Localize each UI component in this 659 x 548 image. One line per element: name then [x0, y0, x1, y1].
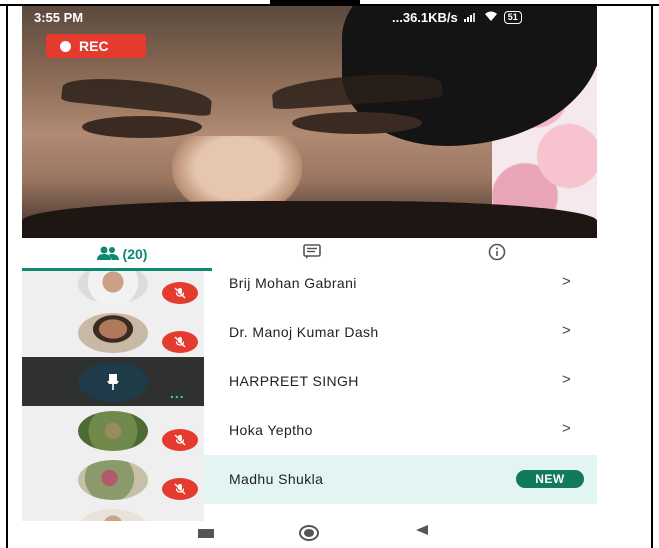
- speaker-face-detail: [292, 112, 422, 134]
- mic-off-icon: [162, 478, 198, 500]
- participant-list[interactable]: Brij Mohan Gabrani > Dr. Manoj Kumar Das…: [22, 271, 597, 521]
- chat-icon: [303, 243, 321, 265]
- tab-chat[interactable]: [292, 238, 332, 270]
- back-icon[interactable]: [415, 523, 429, 540]
- mic-off-icon: [162, 429, 198, 451]
- info-icon: [488, 243, 506, 266]
- chevron-right-icon[interactable]: >: [562, 322, 571, 339]
- video-feed[interactable]: 3:55 PM ...36.1KB/s 51 REC: [22, 6, 597, 238]
- recording-badge: REC: [46, 34, 146, 58]
- android-nav-bar: [22, 521, 597, 548]
- frame-border-right: [651, 4, 653, 548]
- avatar-cell: ...: [22, 357, 204, 406]
- status-time: 3:55 PM: [34, 10, 84, 25]
- list-item[interactable]: Madhu Shukla NEW: [22, 455, 597, 504]
- more-options-icon[interactable]: ...: [170, 385, 185, 401]
- speaker-beard: [22, 201, 597, 238]
- home-icon[interactable]: [299, 525, 319, 541]
- new-badge: NEW: [516, 470, 584, 488]
- avatar: [78, 271, 148, 304]
- avatar-cell: [22, 308, 204, 357]
- avatar: [78, 411, 148, 451]
- phone-screen: 3:55 PM ...36.1KB/s 51 REC (20) Brij Moh…: [22, 6, 597, 548]
- chevron-right-icon[interactable]: >: [562, 420, 571, 437]
- avatar: [78, 460, 148, 500]
- status-indicators: ...36.1KB/s 51: [392, 10, 522, 25]
- frame-border-left: [6, 4, 8, 548]
- avatar-cell: [22, 406, 204, 455]
- avatar-cell: [22, 504, 204, 521]
- speaker-face-detail: [82, 116, 202, 138]
- participant-name: Brij Mohan Gabrani: [229, 275, 357, 291]
- recording-label: REC: [79, 38, 109, 54]
- mic-off-icon: [162, 331, 198, 353]
- avatar: [78, 313, 148, 353]
- tab-info[interactable]: [477, 238, 517, 270]
- chevron-right-icon[interactable]: >: [562, 371, 571, 388]
- list-item[interactable]: Brij Mohan Gabrani >: [22, 271, 597, 308]
- status-bar: 3:55 PM ...36.1KB/s 51: [22, 6, 597, 28]
- record-dot-icon: [60, 40, 71, 52]
- battery-icon: 51: [503, 11, 522, 24]
- list-item[interactable]: Dr. Manoj Kumar Dash >: [22, 308, 597, 357]
- chevron-right-icon[interactable]: >: [562, 273, 571, 290]
- speaker-face-detail: [60, 73, 214, 117]
- participant-name: HARPREET SINGH: [229, 373, 359, 389]
- signal-icon: [463, 10, 478, 25]
- avatar-cell: [22, 455, 204, 504]
- list-item[interactable]: ... HARPREET SINGH >: [22, 357, 597, 406]
- network-speed: ...36.1KB/s: [392, 10, 458, 25]
- list-item[interactable]: [22, 504, 597, 521]
- recents-icon[interactable]: [198, 529, 214, 538]
- mic-off-icon: [162, 282, 198, 304]
- avatar: [78, 509, 148, 521]
- tab-participants[interactable]: (20): [77, 238, 167, 270]
- pin-icon[interactable]: [78, 362, 148, 402]
- wifi-icon: [484, 11, 498, 25]
- list-item[interactable]: Hoka Yeptho >: [22, 406, 597, 455]
- participant-name: Dr. Manoj Kumar Dash: [229, 324, 379, 340]
- screenshot-frame: 3:55 PM ...36.1KB/s 51 REC (20) Brij Moh…: [0, 0, 659, 548]
- tab-bar: (20): [22, 238, 597, 270]
- people-icon: [96, 246, 119, 263]
- participant-name: Hoka Yeptho: [229, 422, 313, 438]
- avatar-cell: [22, 271, 204, 308]
- participant-name: Madhu Shukla: [229, 471, 324, 487]
- participants-count: (20): [122, 246, 148, 262]
